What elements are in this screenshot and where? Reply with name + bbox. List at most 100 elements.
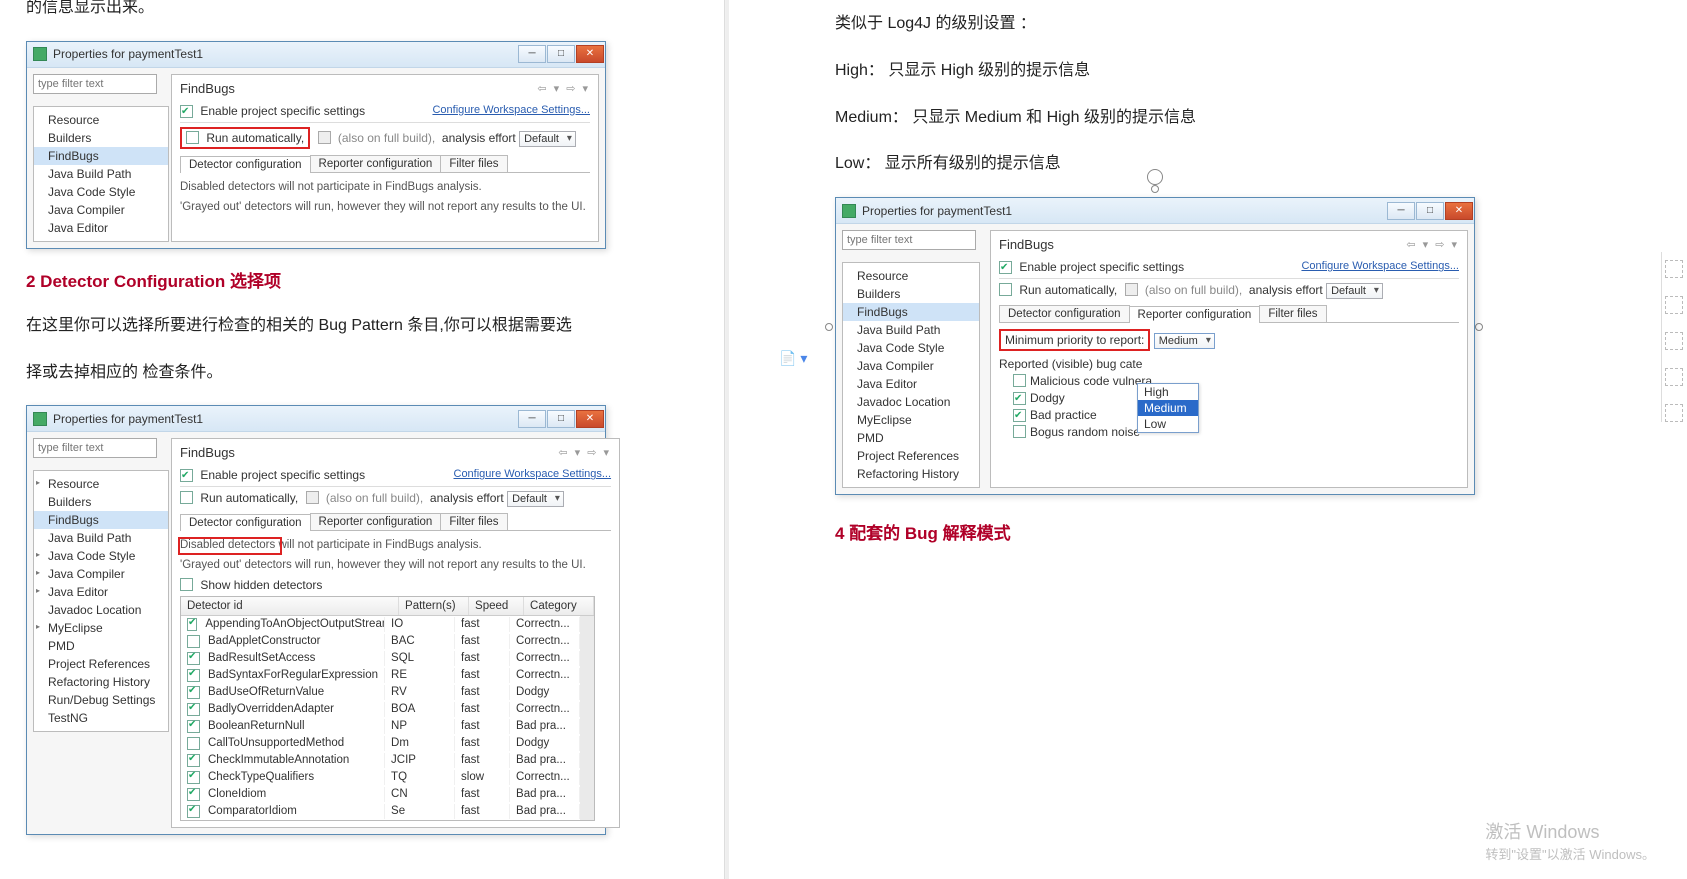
run-auto-checkbox[interactable] bbox=[999, 283, 1012, 296]
tab[interactable]: Detector configuration bbox=[180, 156, 311, 173]
nav-tree[interactable]: ResourceBuildersFindBugsJava Build PathJ… bbox=[33, 470, 169, 732]
table-row[interactable]: BadSyntaxForRegularExpressionREfastCorre… bbox=[181, 667, 580, 684]
configure-workspace-link[interactable]: Configure Workspace Settings... bbox=[432, 104, 590, 116]
nav-item[interactable]: TestNG bbox=[34, 709, 168, 727]
filter-input[interactable] bbox=[33, 74, 157, 94]
row-checkbox[interactable] bbox=[187, 686, 200, 699]
nav-item[interactable]: Refactoring History bbox=[34, 673, 168, 691]
row-checkbox[interactable] bbox=[187, 720, 200, 733]
row-checkbox[interactable] bbox=[187, 771, 200, 784]
table-row[interactable]: CheckTypeQualifiersTQslowCorrectn... bbox=[181, 769, 580, 786]
nav-item[interactable]: Java Code Style bbox=[34, 183, 168, 201]
row-checkbox[interactable] bbox=[187, 635, 200, 648]
run-auto-checkbox[interactable] bbox=[180, 491, 193, 504]
nav-item[interactable]: PMD bbox=[34, 637, 168, 655]
selection-handle[interactable] bbox=[1475, 323, 1483, 331]
maximize-button[interactable]: □ bbox=[547, 45, 575, 63]
nav-item[interactable]: Java Build Path bbox=[34, 529, 168, 547]
nav-item[interactable]: Builders bbox=[34, 129, 168, 147]
nav-arrows[interactable]: ⇦ ▾ ⇨ ▾ bbox=[537, 82, 590, 95]
maximize-button[interactable]: □ bbox=[547, 410, 575, 428]
table-row[interactable]: CloneIdiomCNfastBad pra... bbox=[181, 786, 580, 803]
nav-item[interactable]: Java Editor bbox=[34, 219, 168, 237]
nav-arrows[interactable]: ⇦ ▾ ⇨ ▾ bbox=[1406, 238, 1459, 251]
nav-item[interactable]: Javadoc Location bbox=[843, 393, 979, 411]
nav-item[interactable]: Java Code Style bbox=[843, 339, 979, 357]
nav-item[interactable]: Builders bbox=[843, 285, 979, 303]
row-checkbox[interactable] bbox=[187, 754, 200, 767]
minimize-button[interactable]: ─ bbox=[518, 410, 546, 428]
table-row[interactable]: BadAppletConstructorBACfastCorrectn... bbox=[181, 633, 580, 650]
row-checkbox[interactable] bbox=[187, 669, 200, 682]
close-button[interactable]: ✕ bbox=[576, 45, 604, 63]
selection-handle[interactable] bbox=[825, 323, 833, 331]
table-row[interactable]: BadlyOverriddenAdapterBOAfastCorrectn... bbox=[181, 701, 580, 718]
nav-item[interactable]: Resource bbox=[843, 267, 979, 285]
nav-item[interactable]: Java Compiler bbox=[34, 201, 168, 219]
enable-checkbox[interactable] bbox=[999, 261, 1012, 274]
dropdown-option[interactable]: High bbox=[1138, 384, 1198, 400]
nav-tree[interactable]: ResourceBuildersFindBugsJava Build PathJ… bbox=[842, 262, 980, 488]
effort-select[interactable]: Default bbox=[507, 491, 564, 507]
tool-icon[interactable] bbox=[1665, 260, 1683, 278]
row-checkbox[interactable] bbox=[187, 703, 200, 716]
configure-workspace-link[interactable]: Configure Workspace Settings... bbox=[1301, 260, 1459, 272]
enable-checkbox[interactable] bbox=[180, 105, 193, 118]
nav-item[interactable]: Refactoring History bbox=[843, 465, 979, 483]
tab[interactable]: Filter files bbox=[1259, 305, 1326, 322]
row-checkbox[interactable] bbox=[187, 805, 200, 818]
category-checkbox[interactable] bbox=[1013, 392, 1026, 405]
nav-item[interactable]: Java Editor bbox=[34, 583, 168, 601]
table-row[interactable]: AppendingToAnObjectOutputStreamIOfastCor… bbox=[181, 616, 580, 633]
enable-checkbox[interactable] bbox=[180, 469, 193, 482]
col-detector-id[interactable]: Detector id bbox=[181, 597, 399, 615]
dropdown-option[interactable]: Low bbox=[1138, 416, 1198, 432]
row-checkbox[interactable] bbox=[187, 652, 200, 665]
tab[interactable]: Reporter configuration bbox=[1129, 306, 1261, 323]
minimize-button[interactable]: ─ bbox=[518, 45, 546, 63]
nav-item[interactable]: Project References bbox=[34, 655, 168, 673]
nav-item[interactable]: FindBugs bbox=[843, 303, 979, 321]
nav-item[interactable]: Java Build Path bbox=[843, 321, 979, 339]
category-checkbox[interactable] bbox=[1013, 425, 1026, 438]
tab[interactable]: Detector configuration bbox=[180, 514, 311, 531]
maximize-button[interactable]: □ bbox=[1416, 202, 1444, 220]
selection-handle[interactable] bbox=[1151, 185, 1159, 193]
filter-input[interactable] bbox=[842, 230, 976, 250]
nav-tree[interactable]: ResourceBuildersFindBugsJava Build PathJ… bbox=[33, 106, 169, 242]
effort-select[interactable]: Default bbox=[1326, 283, 1383, 299]
tool-icon[interactable] bbox=[1665, 296, 1683, 314]
category-checkbox[interactable] bbox=[1013, 374, 1026, 387]
nav-item[interactable]: Resource bbox=[34, 111, 168, 129]
col-category[interactable]: Category bbox=[524, 597, 594, 615]
nav-item[interactable]: Resource bbox=[34, 475, 168, 493]
nav-arrows[interactable]: ⇦ ▾ ⇨ ▾ bbox=[558, 446, 611, 459]
filter-input[interactable] bbox=[33, 438, 157, 458]
tab[interactable]: Reporter configuration bbox=[310, 155, 442, 172]
table-row[interactable]: ComparatorIdiomSefastBad pra... bbox=[181, 803, 580, 820]
close-button[interactable]: ✕ bbox=[1445, 202, 1473, 220]
col-pattern[interactable]: Pattern(s) bbox=[399, 597, 469, 615]
nav-item[interactable]: FindBugs bbox=[34, 147, 168, 165]
nav-item[interactable]: Java Compiler bbox=[34, 565, 168, 583]
configure-workspace-link[interactable]: Configure Workspace Settings... bbox=[454, 468, 612, 480]
nav-item[interactable]: Javadoc Location bbox=[34, 601, 168, 619]
tab[interactable]: Filter files bbox=[440, 513, 507, 530]
table-row[interactable]: CheckImmutableAnnotationJCIPfastBad pra.… bbox=[181, 752, 580, 769]
table-row[interactable]: BooleanReturnNullNPfastBad pra... bbox=[181, 718, 580, 735]
table-row[interactable]: BadResultSetAccessSQLfastCorrectn... bbox=[181, 650, 580, 667]
nav-item[interactable]: MyEclipse bbox=[34, 619, 168, 637]
tool-icon[interactable] bbox=[1665, 332, 1683, 350]
nav-item[interactable]: MyEclipse bbox=[843, 411, 979, 429]
effort-select[interactable]: Default bbox=[519, 131, 576, 147]
nav-item[interactable]: Builders bbox=[34, 493, 168, 511]
priority-dropdown-list[interactable]: HighMediumLow bbox=[1137, 383, 1199, 433]
tool-icon[interactable] bbox=[1665, 404, 1683, 422]
tool-icon[interactable] bbox=[1665, 368, 1683, 386]
nav-item[interactable]: Java Editor bbox=[843, 375, 979, 393]
tab[interactable]: Filter files bbox=[440, 155, 507, 172]
nav-item[interactable]: Java Build Path bbox=[34, 165, 168, 183]
row-checkbox[interactable] bbox=[187, 737, 200, 750]
row-checkbox[interactable] bbox=[187, 618, 197, 631]
show-hidden-checkbox[interactable] bbox=[180, 578, 193, 591]
